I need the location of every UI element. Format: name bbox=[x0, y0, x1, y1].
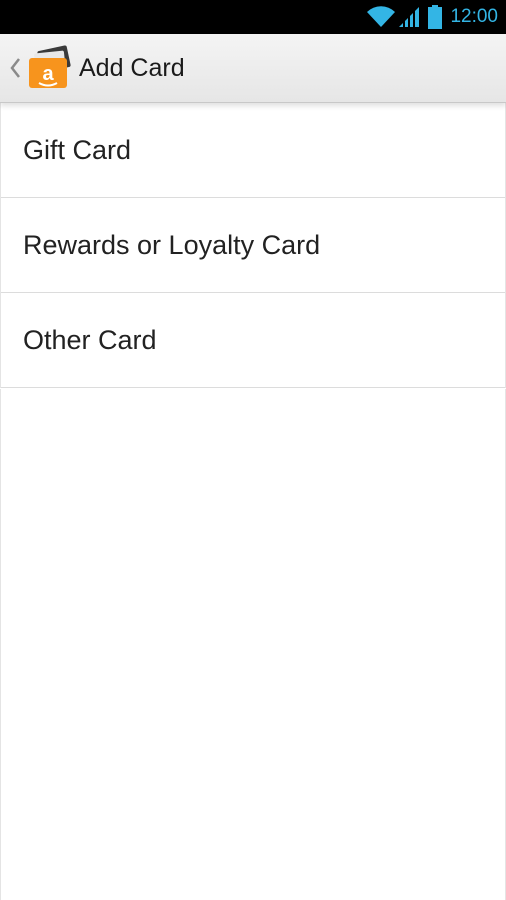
amazon-wallet-logo[interactable]: a bbox=[25, 44, 73, 92]
empty-content-area bbox=[0, 389, 506, 900]
status-icons: 12:00 bbox=[366, 0, 506, 34]
list-item-other-card[interactable]: Other Card bbox=[1, 293, 505, 388]
list-item-label: Gift Card bbox=[23, 134, 132, 165]
back-chevron-icon[interactable] bbox=[9, 56, 21, 80]
logo-letter: a bbox=[42, 63, 54, 85]
card-type-list: Gift Card Rewards or Loyalty Card Other … bbox=[0, 103, 506, 388]
page-title: Add Card bbox=[79, 54, 185, 82]
action-bar: a Add Card bbox=[0, 34, 506, 103]
battery-icon bbox=[428, 5, 443, 29]
signal-icon bbox=[398, 5, 420, 29]
list-item-label: Rewards or Loyalty Card bbox=[23, 229, 321, 260]
wifi-icon bbox=[366, 5, 396, 29]
status-clock: 12:00 bbox=[450, 6, 498, 27]
list-item-rewards-card[interactable]: Rewards or Loyalty Card bbox=[1, 198, 505, 293]
status-bar: 12:00 bbox=[0, 0, 506, 34]
list-item-gift-card[interactable]: Gift Card bbox=[1, 103, 505, 198]
list-item-label: Other Card bbox=[23, 324, 157, 355]
